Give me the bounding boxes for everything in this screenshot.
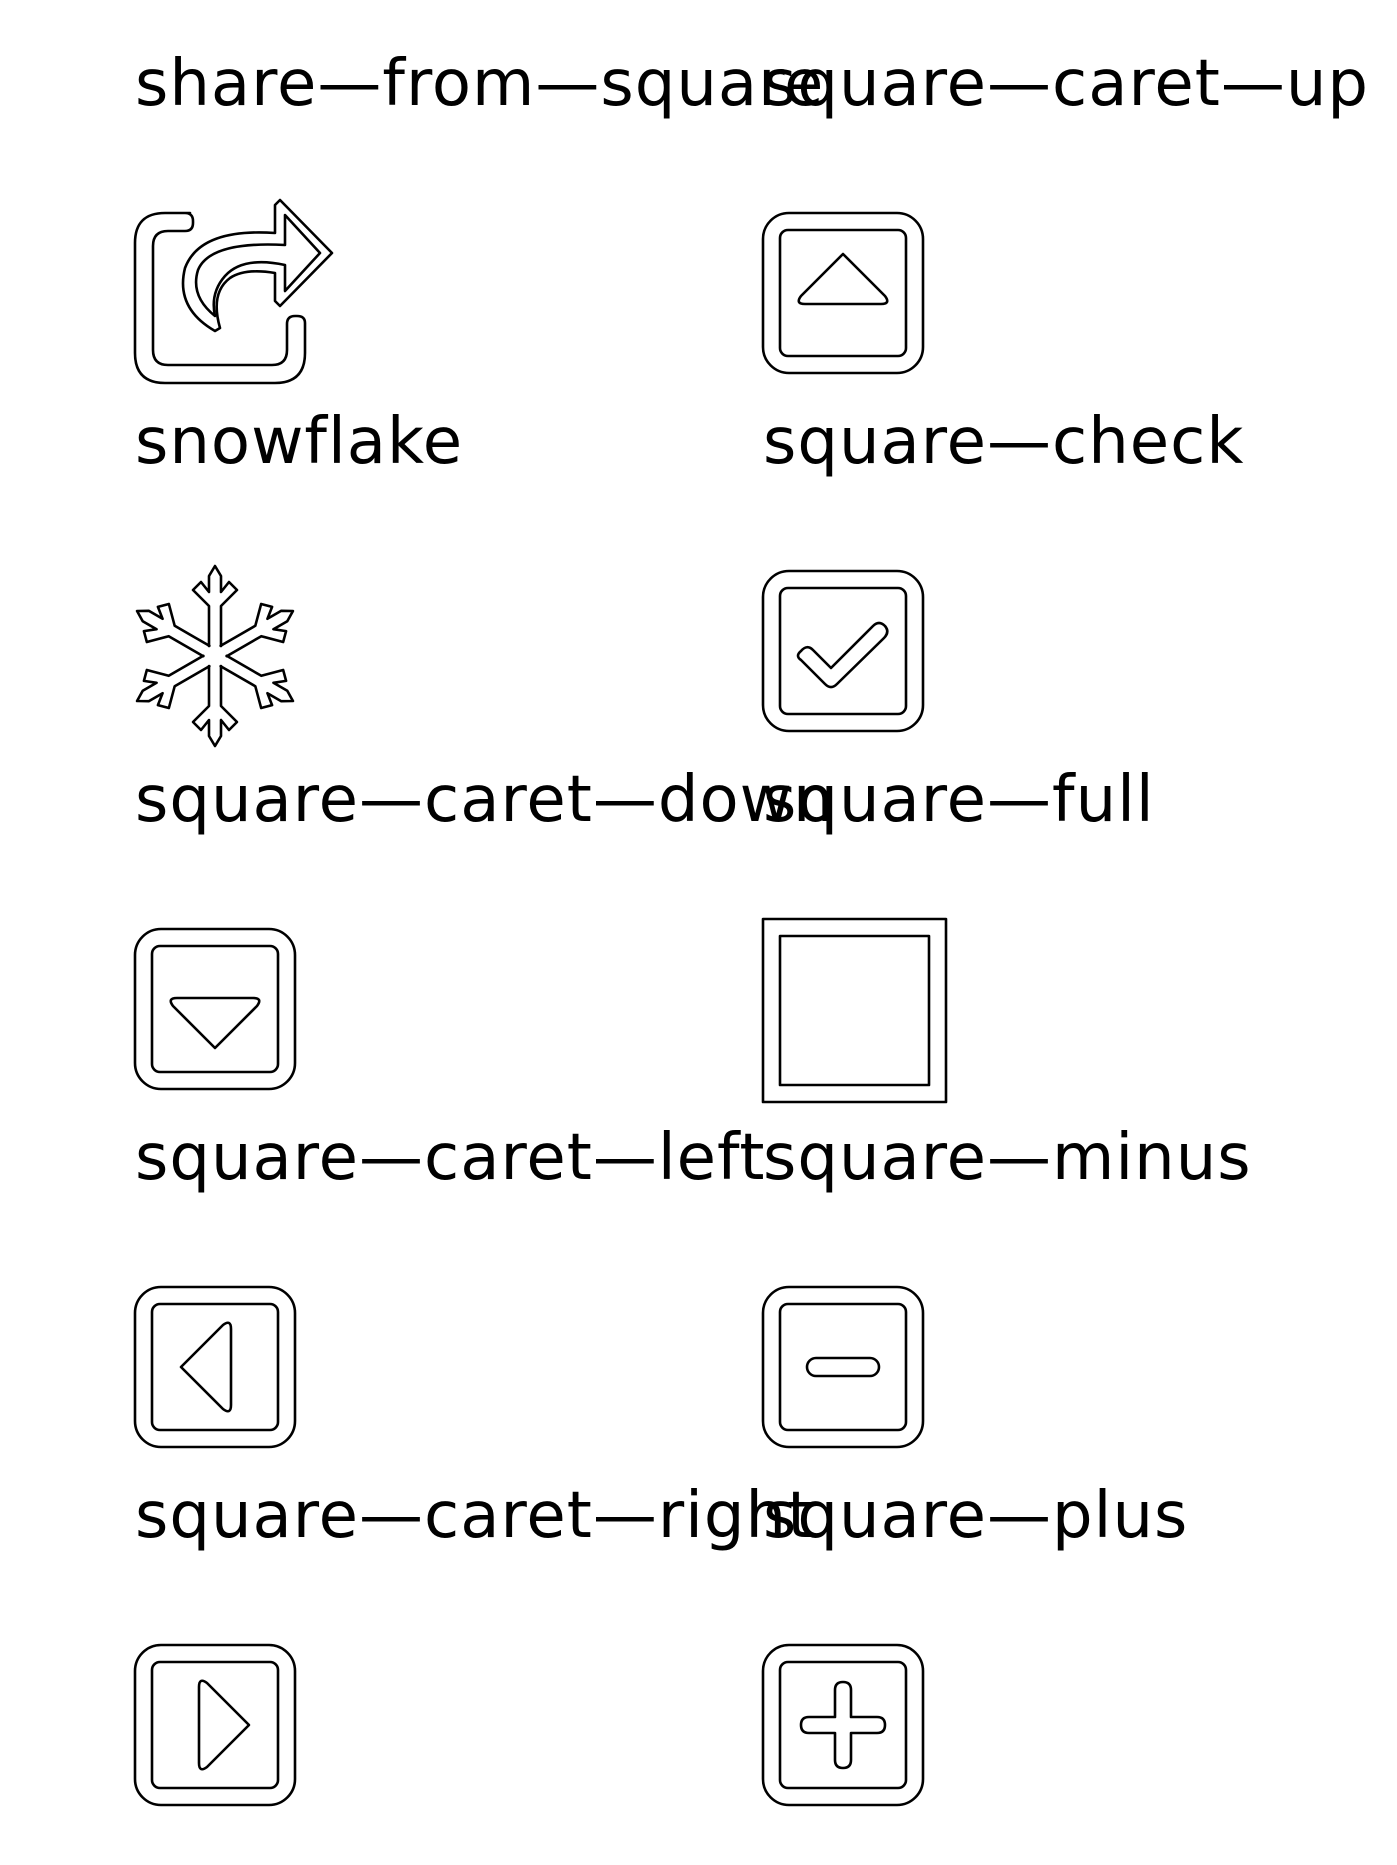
square-caret-left-icon	[133, 1272, 335, 1472]
icon-label: square—check	[763, 405, 1245, 479]
square-caret-right-icon	[133, 1630, 335, 1830]
icon-cell-square-full: square—full	[761, 746, 1393, 1104]
square-caret-down-icon	[133, 914, 335, 1114]
icon-label: square—full	[763, 763, 1155, 837]
icon-cell-square-caret-right: square—caret—right	[133, 1462, 812, 1807]
square-caret-up-icon	[761, 198, 963, 398]
icon-label: square—caret—down	[135, 763, 835, 837]
icon-label: square—caret—right	[135, 1479, 814, 1553]
icon-label: snowflake	[135, 405, 464, 479]
icon-cell-snowflake: snowflake	[124, 388, 765, 748]
icon-cell-square-check: square—check	[761, 388, 1393, 733]
snowflake-icon	[124, 556, 335, 756]
icon-cell-share-from-square: share—from—square	[133, 30, 823, 385]
square-full-icon	[761, 914, 963, 1114]
icon-cell-square-caret-up: square—caret—up	[761, 30, 1393, 375]
square-minus-icon	[761, 1272, 963, 1472]
icon-cell-square-plus: square—plus	[761, 1462, 1393, 1807]
icon-label: square—minus	[763, 1121, 1252, 1195]
share-from-square-icon	[133, 198, 335, 398]
icon-label: share—from—square	[135, 47, 825, 121]
square-plus-icon	[761, 1630, 963, 1830]
icon-cell-square-caret-down: square—caret—down	[133, 746, 834, 1091]
icon-cell-square-minus: square—minus	[761, 1104, 1393, 1449]
icon-label: square—caret—left	[135, 1121, 766, 1195]
icon-label: square—caret—up	[763, 47, 1369, 121]
icon-cell-square-caret-left: square—caret—left	[133, 1104, 766, 1449]
square-check-icon	[761, 556, 963, 756]
icon-label: square—plus	[763, 1479, 1189, 1553]
